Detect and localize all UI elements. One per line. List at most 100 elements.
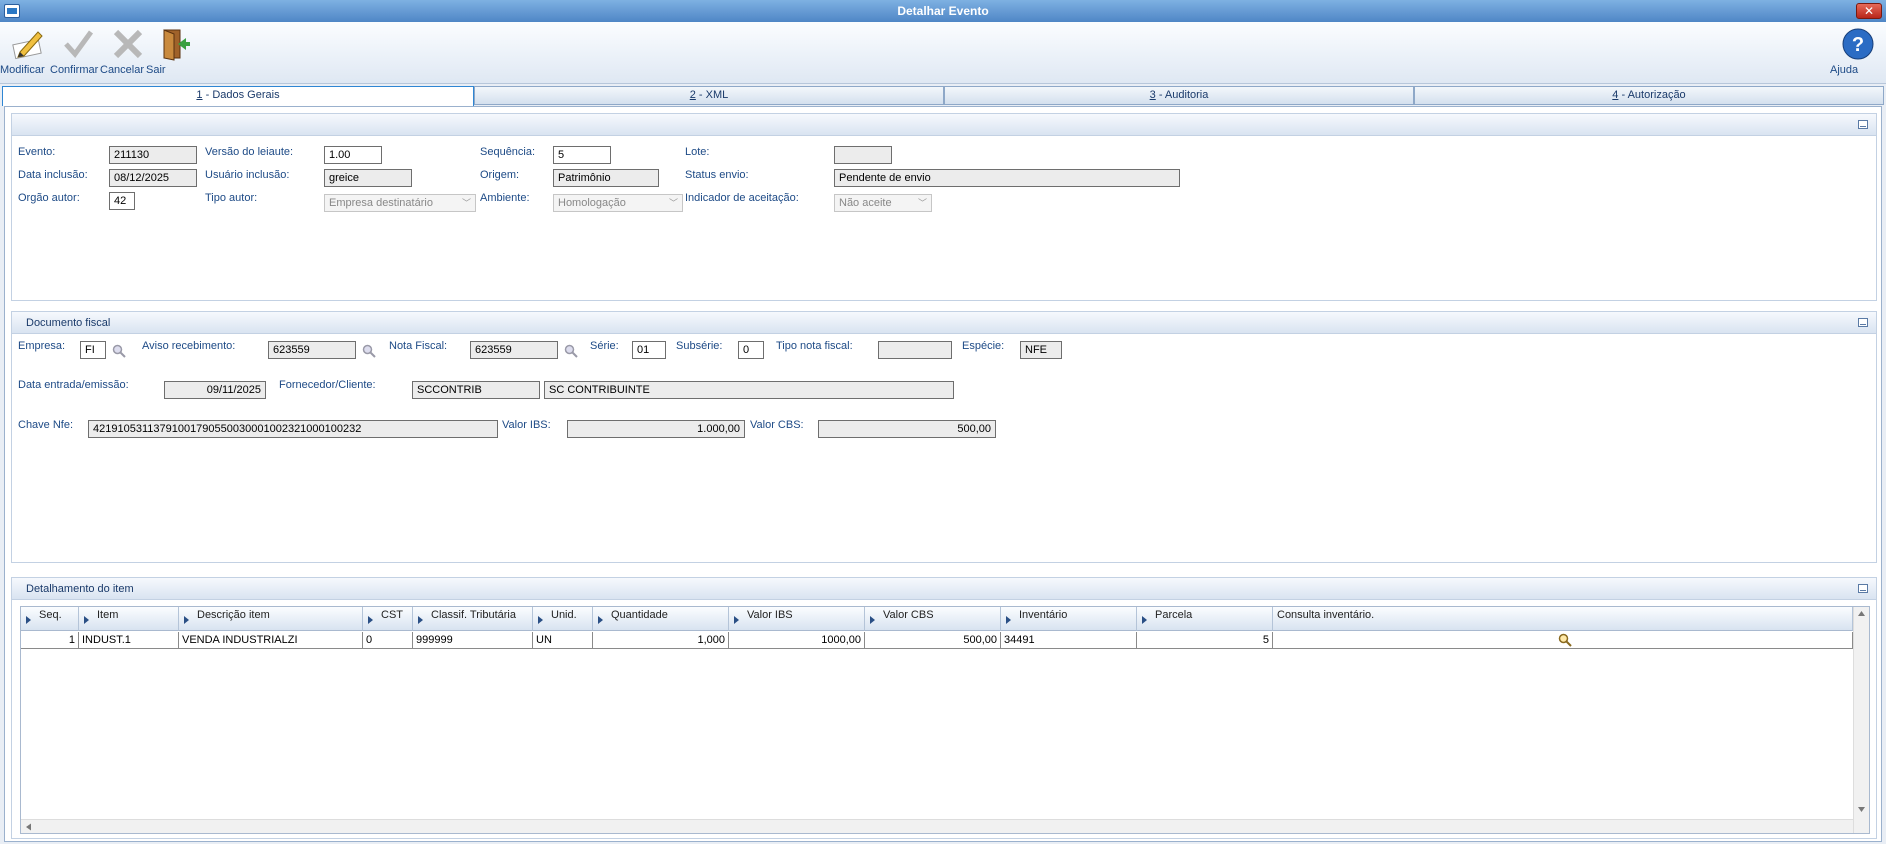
column-header[interactable]: Valor IBS bbox=[729, 607, 865, 631]
indicador-value: Não aceite bbox=[839, 197, 892, 209]
tab-autorizacao[interactable]: 4 - Autorização bbox=[1414, 86, 1884, 105]
data-inclusao-label: Data inclusão: bbox=[18, 169, 88, 181]
especie-field[interactable]: NFE bbox=[1020, 341, 1062, 359]
column-label: Unid. bbox=[551, 609, 577, 621]
sair-button[interactable]: Sair bbox=[146, 26, 202, 82]
window-title: Detalhar Evento bbox=[897, 4, 989, 18]
column-header[interactable]: Consulta inventário. bbox=[1273, 607, 1853, 631]
cell-parcela: 5 bbox=[1137, 632, 1273, 649]
cell-seq: 1 bbox=[21, 632, 79, 649]
ambiente-value: Homologação bbox=[558, 197, 626, 209]
column-header[interactable]: Valor CBS bbox=[865, 607, 1001, 631]
usuario-field[interactable]: greice bbox=[324, 169, 412, 187]
chave-field[interactable]: 4219105311379100179055003000100232100010… bbox=[88, 420, 498, 438]
cell-cst: 0 bbox=[363, 632, 413, 649]
ajuda-button[interactable]: ? Ajuda bbox=[1830, 26, 1886, 82]
sequencia-label: Sequência: bbox=[480, 146, 536, 158]
tab-label: - Dados Gerais bbox=[202, 89, 280, 101]
indicador-select[interactable]: Não aceite ﹀ bbox=[834, 194, 932, 212]
nota-field[interactable]: 623559 bbox=[470, 341, 558, 359]
column-header[interactable]: Item bbox=[79, 607, 179, 631]
subserie-label: Subsérie: bbox=[676, 340, 723, 352]
origem-label: Origem: bbox=[480, 169, 520, 181]
tab-auditoria[interactable]: 3 - Auditoria bbox=[944, 86, 1414, 105]
scroll-left-icon[interactable] bbox=[24, 823, 32, 831]
sair-label: Sair bbox=[146, 64, 166, 76]
column-label: Inventário bbox=[1019, 609, 1068, 621]
lote-field[interactable] bbox=[834, 146, 892, 164]
app-icon bbox=[4, 4, 20, 18]
column-label: Consulta inventário. bbox=[1277, 609, 1375, 621]
column-label: Parcela bbox=[1155, 609, 1193, 621]
section-header: Detalhamento do item bbox=[12, 578, 1876, 600]
section-header bbox=[12, 114, 1876, 136]
search-icon[interactable] bbox=[112, 344, 126, 358]
column-header[interactable]: Quantidade bbox=[593, 607, 729, 631]
search-icon[interactable] bbox=[564, 344, 578, 358]
items-grid: Seq. Item Descrição item CST Classif. Tr… bbox=[20, 606, 1870, 834]
cell-item: INDUST.1 bbox=[79, 632, 179, 649]
origem-field[interactable]: Patrimônio bbox=[553, 169, 659, 187]
column-header[interactable]: Inventário bbox=[1001, 607, 1137, 631]
column-header[interactable]: Seq. bbox=[21, 607, 79, 631]
search-icon[interactable] bbox=[362, 344, 376, 358]
column-label: Item bbox=[97, 609, 119, 621]
chevron-down-icon: ﹀ bbox=[917, 198, 927, 208]
status-field[interactable]: Pendente de envio bbox=[834, 169, 1180, 187]
collapse-icon[interactable] bbox=[1858, 120, 1868, 129]
cell-valor-ibs: 1000,00 bbox=[729, 632, 865, 649]
ambiente-select[interactable]: Homologação ﹀ bbox=[553, 194, 683, 212]
cell-valor-cbs: 500,00 bbox=[865, 632, 1001, 649]
tab-dados-gerais[interactable]: 1 - Dados Gerais bbox=[2, 86, 474, 106]
aviso-field[interactable]: 623559 bbox=[268, 341, 356, 359]
close-button[interactable]: ✕ bbox=[1856, 3, 1882, 19]
serie-field[interactable]: 01 bbox=[632, 341, 666, 359]
tipo-nota-label: Tipo nota fiscal: bbox=[776, 340, 853, 352]
usuario-label: Usuário inclusão: bbox=[205, 169, 290, 181]
cbs-field[interactable]: 500,00 bbox=[818, 420, 996, 438]
search-icon[interactable] bbox=[1558, 633, 1572, 647]
column-header[interactable]: Unid. bbox=[533, 607, 593, 631]
data-entrada-field[interactable]: 09/11/2025 bbox=[164, 381, 266, 399]
versao-field[interactable]: 1.00 bbox=[324, 146, 382, 164]
ibs-field[interactable]: 1.000,00 bbox=[567, 420, 745, 438]
scroll-up-icon[interactable] bbox=[1857, 610, 1866, 618]
tipo-nota-field[interactable] bbox=[878, 341, 952, 359]
column-label: Valor CBS bbox=[883, 609, 934, 621]
column-header[interactable]: Classif. Tributária bbox=[413, 607, 533, 631]
collapse-icon[interactable] bbox=[1858, 318, 1868, 327]
tipo-autor-select[interactable]: Empresa destinatário ﹀ bbox=[324, 194, 476, 212]
section-detalhamento: Detalhamento do item Seq. Item Descrição… bbox=[11, 577, 1877, 839]
tab-strip: 1 - Dados Gerais 2 - XML 3 - Auditoria 4… bbox=[2, 86, 1884, 106]
modificar-button[interactable]: Modificar bbox=[0, 26, 56, 82]
check-icon bbox=[60, 26, 96, 62]
fornecedor-codigo-field[interactable]: SCCONTRIB bbox=[412, 381, 540, 399]
cbs-label: Valor CBS: bbox=[750, 419, 804, 431]
cell-consulta-inventario[interactable] bbox=[1273, 632, 1853, 649]
svg-text:?: ? bbox=[1852, 34, 1864, 56]
fornecedor-nome-field[interactable]: SC CONTRIBUINTE bbox=[544, 381, 954, 399]
evento-label: Evento: bbox=[18, 146, 56, 158]
column-label: Classif. Tributária bbox=[431, 609, 516, 621]
empresa-label: Empresa: bbox=[18, 340, 66, 352]
tab-label: - Auditoria bbox=[1155, 89, 1209, 101]
orgao-field[interactable]: 42 bbox=[109, 192, 135, 210]
collapse-icon[interactable] bbox=[1858, 584, 1868, 593]
scroll-down-icon[interactable] bbox=[1857, 805, 1866, 813]
toolbar: Modificar Confirmar Cancelar Sair ? Ajud… bbox=[0, 22, 1886, 84]
column-header[interactable]: Parcela bbox=[1137, 607, 1273, 631]
evento-field[interactable]: 211130 bbox=[109, 146, 197, 164]
tab-xml[interactable]: 2 - XML bbox=[474, 86, 944, 105]
status-label: Status envio: bbox=[685, 169, 749, 181]
column-header[interactable]: Descrição item bbox=[179, 607, 363, 631]
sequencia-field[interactable]: 5 bbox=[553, 146, 611, 164]
horizontal-scrollbar[interactable] bbox=[21, 819, 1853, 833]
column-header[interactable]: CST bbox=[363, 607, 413, 631]
vertical-scrollbar[interactable] bbox=[1853, 607, 1869, 833]
confirmar-button[interactable]: Confirmar bbox=[50, 26, 106, 82]
empresa-field[interactable]: FI bbox=[80, 341, 106, 359]
data-inclusao-field[interactable]: 08/12/2025 bbox=[109, 169, 197, 187]
subserie-field[interactable]: 0 bbox=[738, 341, 764, 359]
especie-label: Espécie: bbox=[962, 340, 1005, 352]
tab-content: Evento: 211130 Versão do leiaute: 1.00 S… bbox=[4, 106, 1882, 842]
